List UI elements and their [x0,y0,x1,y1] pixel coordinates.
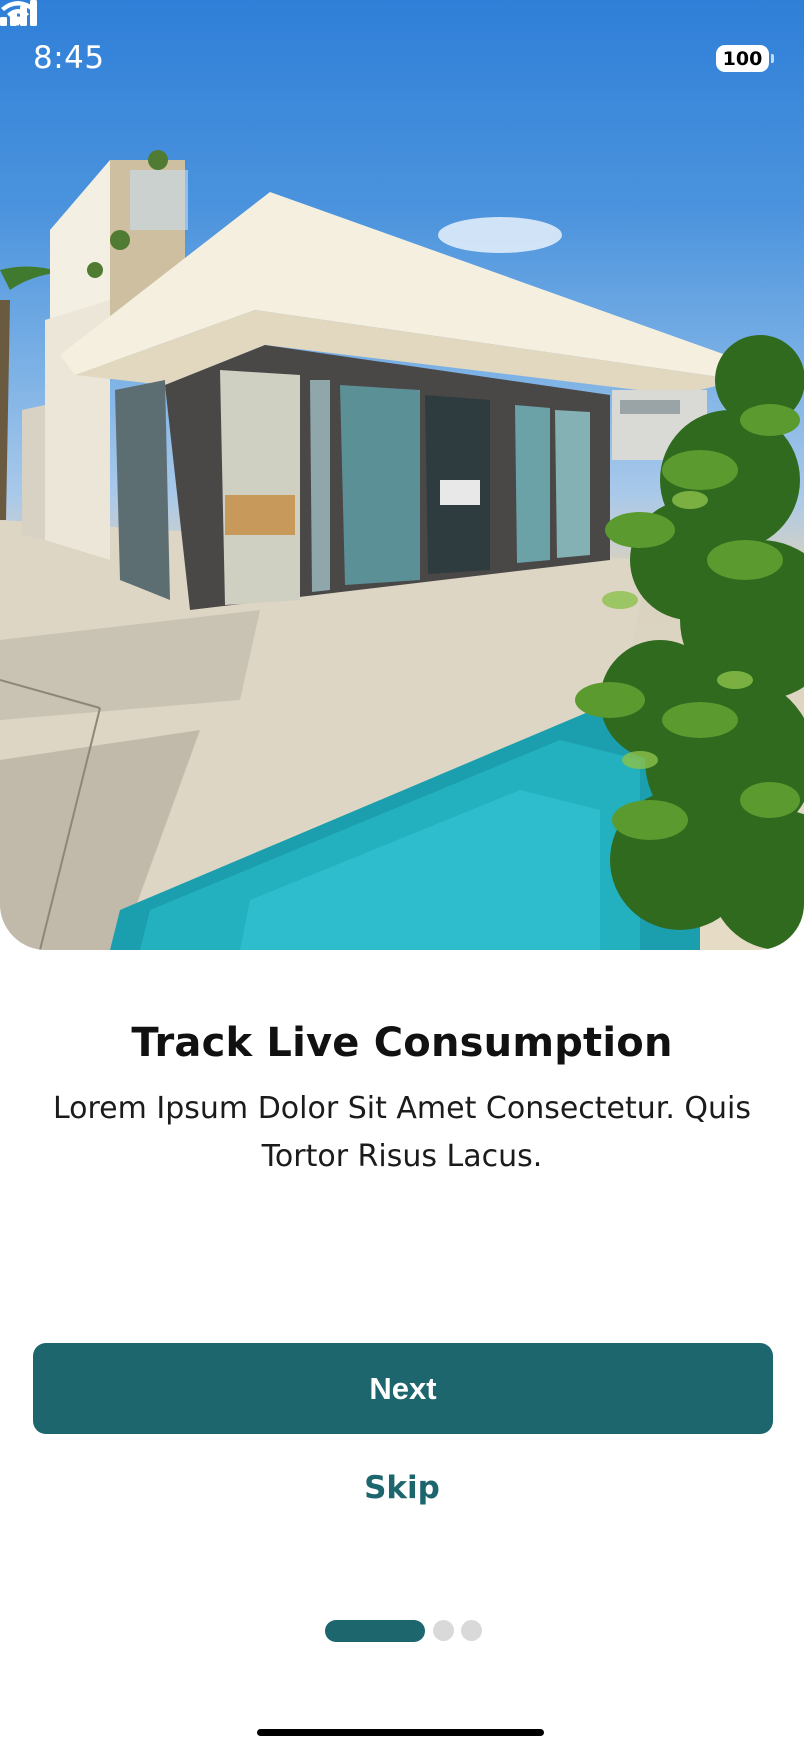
page-indicator-dot [433,1620,454,1641]
battery-icon: 100 [716,45,774,72]
next-button-label: Next [369,1370,437,1406]
hero-image: 8:45 100 [0,0,804,950]
battery-level: 100 [722,47,763,70]
page-description: Lorem Ipsum Dolor Sit Amet Consectetur. … [52,1091,752,1174]
status-time: 8:45 [33,40,105,76]
home-indicator [257,1729,544,1736]
villa-photo [0,150,804,950]
page-indicator-dot-active [325,1620,425,1642]
status-bar: 8:45 100 [0,0,804,120]
skip-button[interactable]: Skip [0,1470,804,1506]
page-indicator-dot [461,1620,482,1641]
wifi-icon [1,1,35,26]
next-button[interactable]: Next [33,1343,773,1434]
page-title: Track Live Consumption [131,1020,673,1066]
